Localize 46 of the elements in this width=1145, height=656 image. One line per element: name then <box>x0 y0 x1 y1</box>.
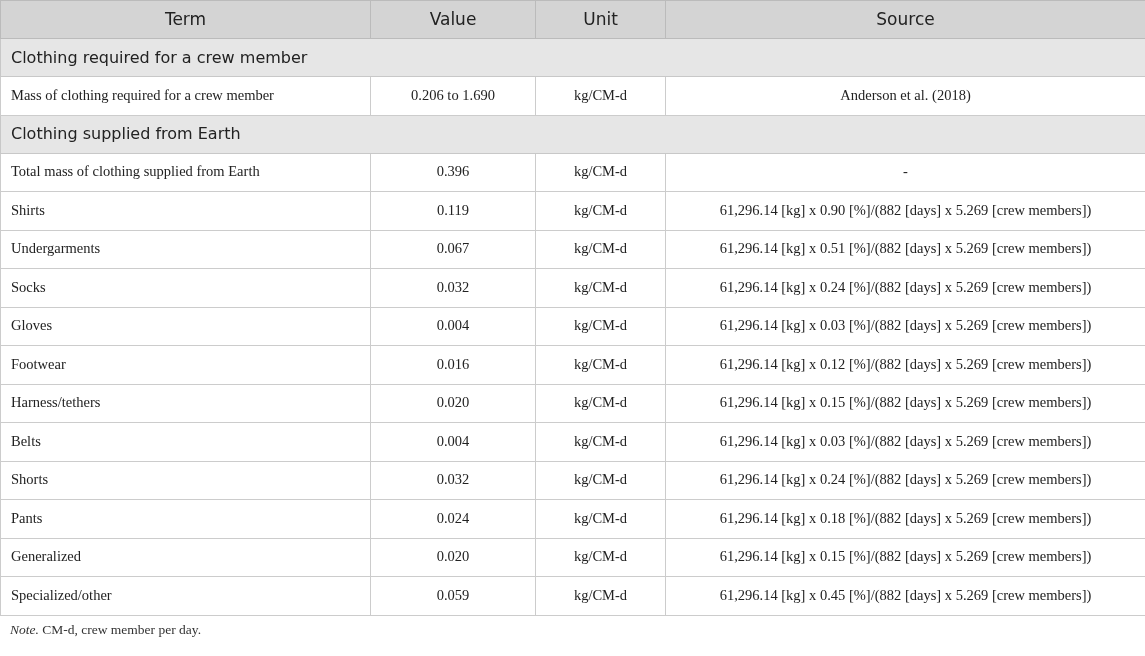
table-cell: 0.396 <box>370 153 536 192</box>
table-cell: Harness/tethers <box>0 384 371 423</box>
table-cell: kg/CM-d <box>535 268 666 307</box>
table-cell: Specialized/other <box>0 576 371 615</box>
table-cell: Generalized <box>0 538 371 577</box>
table-cell: 0.206 to 1.690 <box>370 76 536 115</box>
table-cell: kg/CM-d <box>535 538 666 577</box>
table-cell: 0.032 <box>370 461 536 500</box>
table-cell: Shirts <box>0 191 371 230</box>
table-cell: 0.016 <box>370 345 536 384</box>
table-cell: Belts <box>0 422 371 461</box>
column-header: Source <box>665 0 1145 39</box>
table-cell: kg/CM-d <box>535 461 666 500</box>
column-header: Value <box>370 0 536 39</box>
table-cell: 0.024 <box>370 499 536 538</box>
table-cell: kg/CM-d <box>535 230 666 269</box>
table-cell: 0.020 <box>370 384 536 423</box>
table-cell: Pants <box>0 499 371 538</box>
table-cell: Socks <box>0 268 371 307</box>
table-cell: 0.067 <box>370 230 536 269</box>
column-header: Term <box>0 0 371 39</box>
table-cell: kg/CM-d <box>535 499 666 538</box>
table-cell: kg/CM-d <box>535 576 666 615</box>
table-note: Note. CM-d, crew member per day. <box>9 620 203 639</box>
table-cell: kg/CM-d <box>535 76 666 115</box>
table-cell: Undergarments <box>0 230 371 269</box>
column-header: Unit <box>535 0 666 39</box>
table-cell: Mass of clothing required for a crew member <box>0 76 371 115</box>
table-cell: 0.020 <box>370 538 536 577</box>
table-cell: Shorts <box>0 461 371 500</box>
table-cell: 0.004 <box>370 307 536 346</box>
section-heading: Clothing supplied from Earth <box>0 115 1145 153</box>
table-cell: kg/CM-d <box>535 191 666 230</box>
table-cell: 0.059 <box>370 576 536 615</box>
table-cell: kg/CM-d <box>535 345 666 384</box>
table-cell: kg/CM-d <box>535 422 666 461</box>
table-cell: Total mass of clothing supplied from Earth <box>0 153 371 192</box>
table-cell: kg/CM-d <box>535 153 666 192</box>
table-cell: kg/CM-d <box>535 307 666 346</box>
table-cell: 0.119 <box>370 191 536 230</box>
section-heading: Clothing required for a crew member <box>0 38 1145 77</box>
table-cell: 0.032 <box>370 268 536 307</box>
table-cell: 0.004 <box>370 422 536 461</box>
table-cell: Footwear <box>0 345 371 384</box>
table-cell: Gloves <box>0 307 371 346</box>
table-cell: kg/CM-d <box>535 384 666 423</box>
